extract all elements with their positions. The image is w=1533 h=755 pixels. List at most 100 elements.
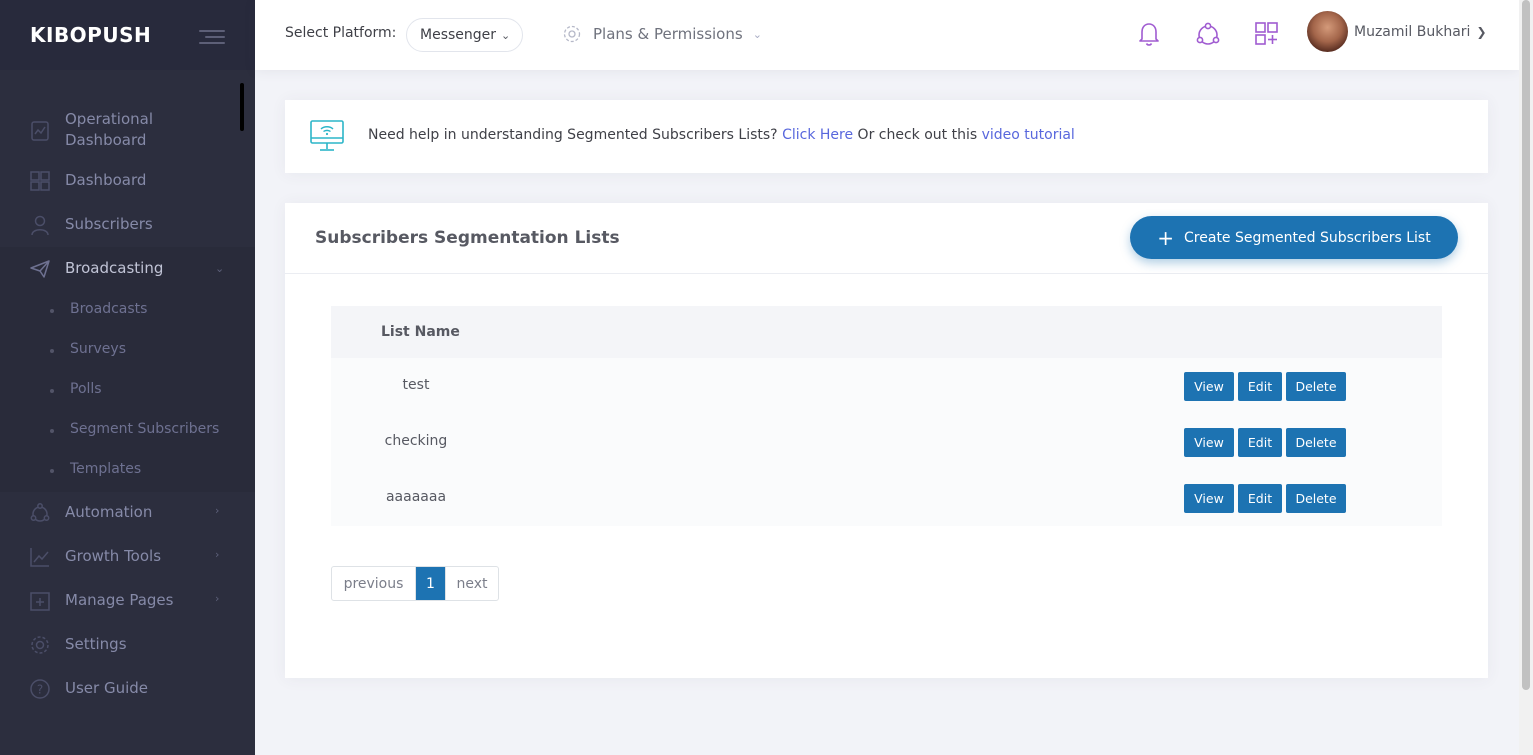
- chevron-right-icon: ›: [215, 548, 220, 561]
- delete-button[interactable]: Delete: [1286, 372, 1346, 401]
- plans-permissions-label: Plans & Permissions: [593, 25, 743, 43]
- sidebar-subitem-label: Segment Subscribers: [70, 421, 220, 437]
- chevron-down-icon: ⌄: [215, 262, 225, 275]
- view-button[interactable]: View: [1184, 372, 1234, 401]
- sidebar-item-label: Subscribers: [65, 215, 153, 233]
- chevron-down-icon: ⌄: [501, 28, 511, 42]
- dashboard-grid-icon: [30, 171, 50, 191]
- view-button[interactable]: View: [1184, 484, 1234, 513]
- sidebar-item-operational-dashboard[interactable]: Operational Dashboard: [0, 108, 255, 152]
- current-page-button[interactable]: 1: [416, 567, 445, 600]
- table-row: aaaaaaa View Edit Delete: [331, 470, 1442, 526]
- sidebar-item-broadcasting[interactable]: Broadcasting ⌄: [0, 258, 255, 280]
- sidebar-subitem-templates[interactable]: Templates: [0, 451, 255, 491]
- chevron-right-icon: ›: [215, 592, 220, 605]
- sidebar-item-label: Settings: [65, 635, 127, 653]
- list-name-cell: test: [402, 377, 430, 393]
- bullet-icon: [50, 469, 54, 473]
- svg-text:?: ?: [37, 683, 43, 697]
- sidebar-item-label: Manage Pages: [65, 591, 174, 609]
- avatar: [1307, 11, 1348, 52]
- create-button-label: Create Segmented Subscribers List: [1184, 229, 1431, 246]
- sidebar-item-settings[interactable]: Settings: [0, 634, 255, 656]
- edit-button[interactable]: Edit: [1238, 484, 1282, 513]
- next-page-button[interactable]: next: [445, 567, 498, 600]
- brand-logo[interactable]: KIBOPUSH: [30, 23, 151, 47]
- user-name: Muzamil Bukhari: [1354, 23, 1471, 40]
- sidebar-subitem-broadcasts[interactable]: Broadcasts: [0, 291, 255, 331]
- list-name-cell: aaaaaaa: [385, 489, 447, 505]
- edit-button[interactable]: Edit: [1238, 428, 1282, 457]
- sidebar-item-user-guide[interactable]: ? User Guide: [0, 678, 255, 700]
- sidebar-item-label: Operational Dashboard: [65, 110, 154, 149]
- plans-permissions-menu[interactable]: Plans & Permissions ⌄: [562, 24, 762, 44]
- sidebar-subitem-surveys[interactable]: Surveys: [0, 331, 255, 371]
- bullet-icon: [50, 309, 54, 313]
- help-text-before: Need help in understanding Segmented Sub…: [368, 127, 778, 143]
- delete-button[interactable]: Delete: [1286, 484, 1346, 513]
- create-segmented-list-button[interactable]: + Create Segmented Subscribers List: [1130, 216, 1458, 259]
- user-icon: [31, 215, 49, 236]
- sidebar-toggle-icon[interactable]: [199, 27, 225, 45]
- sidebar-subitem-label: Templates: [70, 461, 142, 477]
- pagination: previous 1 next: [331, 566, 499, 601]
- sidebar: KIBOPUSH Operational Dashboard Dashboard…: [0, 0, 255, 755]
- add-page-icon: [30, 592, 50, 611]
- sidebar-item-subscribers[interactable]: Subscribers: [0, 214, 255, 236]
- table-header: List Name: [331, 306, 1442, 358]
- platform-select-value: Messenger: [420, 27, 497, 43]
- monitor-wifi-icon: [310, 120, 344, 151]
- bell-icon[interactable]: [1136, 20, 1162, 48]
- help-text: Need help in understanding Segmented Sub…: [368, 127, 1075, 143]
- sidebar-item-label: Broadcasting: [65, 259, 164, 277]
- edit-button[interactable]: Edit: [1238, 372, 1282, 401]
- help-text-middle: Or check out this: [857, 127, 978, 143]
- platform-select[interactable]: Messenger ⌄: [406, 18, 523, 52]
- chart-line-icon: [30, 548, 49, 567]
- apps-icon[interactable]: [1254, 20, 1280, 48]
- sidebar-subitem-label: Polls: [70, 381, 102, 397]
- segmentation-lists-portlet: Subscribers Segmentation Lists + Create …: [285, 203, 1488, 678]
- sidebar-subitem-segment-subscribers[interactable]: Segment Subscribers: [0, 411, 255, 451]
- brand-bar: KIBOPUSH: [0, 0, 255, 70]
- question-icon: ?: [30, 679, 50, 699]
- chevron-right-icon: ›: [215, 504, 220, 517]
- list-name-cell: checking: [384, 433, 448, 449]
- sidebar-item-automation[interactable]: Automation ›: [0, 502, 255, 524]
- sidebar-subitem-label: Surveys: [70, 341, 126, 357]
- operational-dashboard-icon: [31, 121, 49, 141]
- chevron-down-icon: ⌄: [752, 27, 762, 41]
- previous-page-button[interactable]: previous: [332, 567, 416, 600]
- sidebar-item-label: Dashboard: [65, 171, 147, 189]
- view-button[interactable]: View: [1184, 428, 1234, 457]
- sidebar-item-manage-pages[interactable]: Manage Pages ›: [0, 590, 255, 612]
- delete-button[interactable]: Delete: [1286, 428, 1346, 457]
- sidebar-subitem-polls[interactable]: Polls: [0, 371, 255, 411]
- bullet-icon: [50, 349, 54, 353]
- paper-plane-icon: [30, 260, 50, 278]
- gear-icon: [31, 636, 49, 654]
- users-circle-icon[interactable]: [1195, 20, 1221, 48]
- gear-icon: [563, 25, 581, 43]
- sidebar-item-label: User Guide: [65, 679, 149, 697]
- page-scrollbar[interactable]: [1519, 0, 1533, 755]
- platform-label: Select Platform:: [285, 25, 397, 41]
- sidebar-item-growth-tools[interactable]: Growth Tools ›: [0, 546, 255, 568]
- click-here-link[interactable]: Click Here: [782, 127, 853, 143]
- bullet-icon: [50, 389, 54, 393]
- sidebar-item-dashboard[interactable]: Dashboard: [0, 170, 255, 192]
- page-title: Subscribers Segmentation Lists: [315, 228, 620, 248]
- sidebar-item-label: Automation: [65, 503, 153, 521]
- help-alert: Need help in understanding Segmented Sub…: [285, 100, 1488, 173]
- video-tutorial-link[interactable]: video tutorial: [982, 127, 1075, 143]
- column-header-list-name[interactable]: List Name: [381, 324, 460, 340]
- table-row: checking View Edit Delete: [331, 414, 1442, 470]
- bullet-icon: [50, 429, 54, 433]
- chevron-down-icon: ❯: [1476, 24, 1487, 39]
- scrollbar-thumb[interactable]: [1522, 0, 1530, 690]
- plus-icon: +: [1157, 225, 1175, 250]
- portlet-header: Subscribers Segmentation Lists + Create …: [285, 203, 1488, 274]
- user-menu[interactable]: Muzamil Bukhari ❯: [1307, 11, 1487, 52]
- top-header: Select Platform: Messenger ⌄ Plans & Per…: [255, 0, 1519, 70]
- sidebar-subitem-label: Broadcasts: [70, 301, 148, 317]
